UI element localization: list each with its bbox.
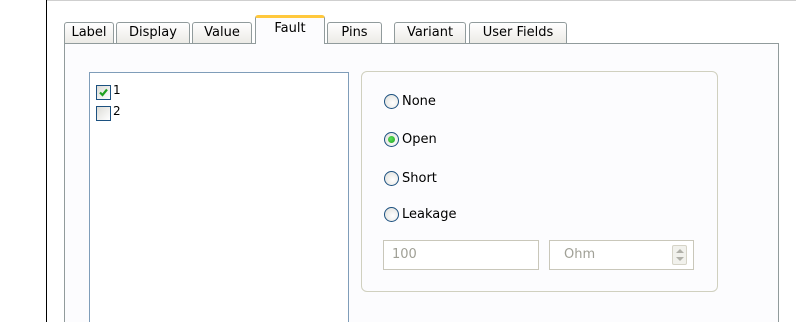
unit-spin-buttons[interactable] [672,245,687,265]
pin-2-label: 2 [113,104,121,118]
tab-fault[interactable]: Fault [255,15,325,44]
pin-2-checkbox[interactable] [96,106,111,121]
spin-down-icon[interactable] [676,257,684,261]
none-radio[interactable] [384,94,399,109]
leakage-value-text: 100 [392,247,417,262]
window-top-edge [46,0,796,1]
tab-value[interactable]: Value [192,22,252,43]
leakage-unit-spinner[interactable]: Ohm [549,240,694,270]
leakage-value-input[interactable]: 100 [383,240,539,270]
window-left-edge [46,0,47,322]
leakage-radio-label: Leakage [402,207,457,222]
tab-variant[interactable]: Variant [394,22,466,43]
leakage-radio[interactable] [384,207,399,222]
none-radio-label: None [402,94,436,109]
short-radio[interactable] [384,171,399,186]
pin-1-checkbox[interactable] [96,85,111,100]
tab-pins[interactable]: Pins [327,22,382,43]
pin-1-label: 1 [113,83,121,97]
open-radio[interactable] [384,132,399,147]
open-radio-label: Open [402,132,437,147]
tab-display[interactable]: Display [116,22,190,43]
check-mark-icon [99,88,108,97]
spin-up-icon[interactable] [676,249,684,253]
tab-user-fields[interactable]: User Fields [469,22,567,43]
radio-selected-dot [388,136,395,143]
short-radio-label: Short [402,171,437,186]
tab-label[interactable]: Label [64,22,114,43]
leakage-unit-text: Ohm [564,247,596,262]
pin-list[interactable]: 1 2 [89,72,349,322]
